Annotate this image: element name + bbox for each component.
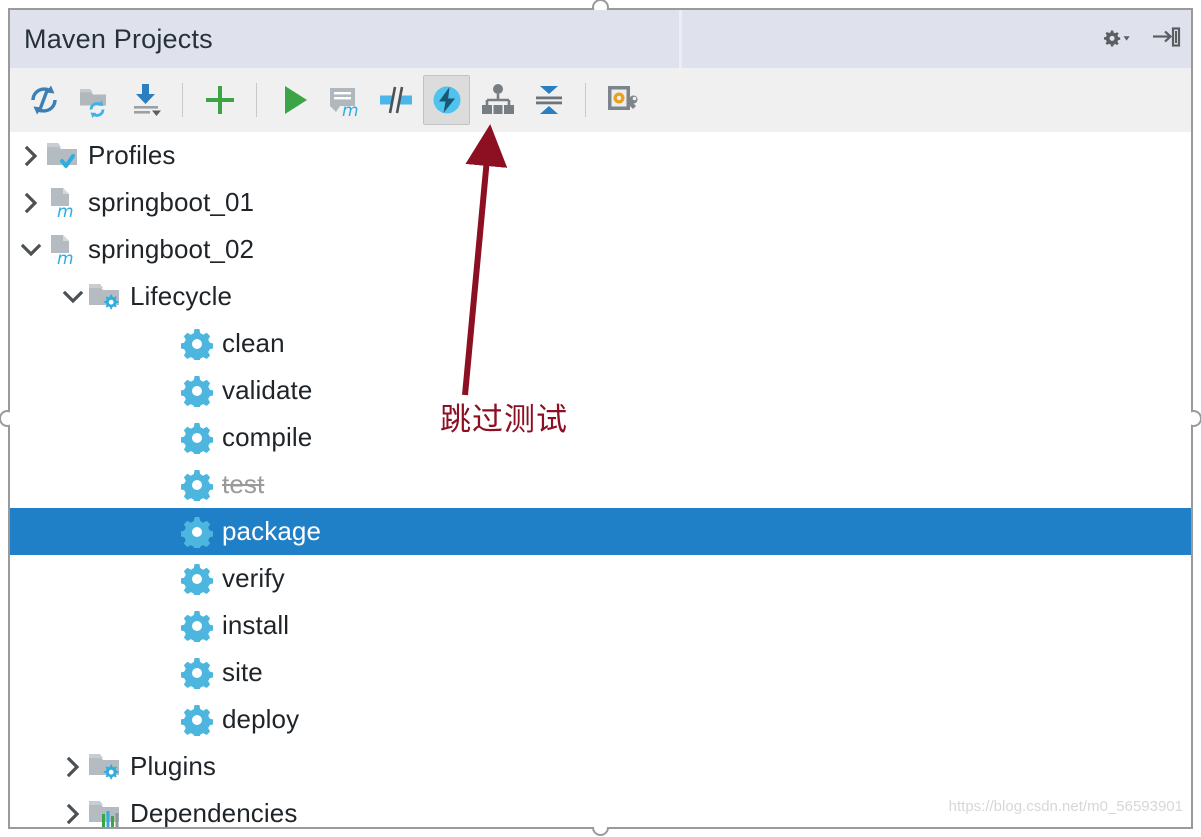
dependencies-folder-icon	[88, 797, 122, 828]
goal-gear-icon	[180, 374, 214, 408]
execute-maven-goal-button[interactable]: m	[321, 75, 368, 125]
maven-projects-tool-window: Maven Projects m Profiles m springboot_0…	[10, 10, 1191, 827]
tree-row-label: compile	[222, 422, 313, 452]
tree-chevron-placeholder	[150, 705, 180, 735]
tree-row-label: springboot_02	[88, 234, 255, 264]
page-title: Maven Projects	[24, 23, 213, 54]
tree-row-label: Plugins	[130, 751, 216, 781]
toolbar-separator	[256, 83, 257, 117]
tree-row-label: validate	[222, 375, 313, 405]
maven-toolbar: m	[10, 68, 1191, 132]
tree-row-label: deploy	[222, 704, 300, 734]
profiles-folder-icon	[46, 139, 80, 173]
header-actions	[1095, 19, 1191, 59]
svg-text:m: m	[57, 249, 74, 266]
tree-chevron-placeholder	[150, 376, 180, 406]
chevron-right-icon[interactable]	[58, 799, 88, 828]
tool-window-header: Maven Projects	[10, 10, 1191, 68]
maven-settings-button[interactable]	[599, 75, 646, 125]
tree-chevron-placeholder	[150, 564, 180, 594]
tree-row-label: clean	[222, 328, 285, 358]
tree-row-label: Profiles	[88, 140, 176, 170]
run-maven-build-button[interactable]	[270, 75, 317, 125]
tree-chevron-placeholder	[150, 611, 180, 641]
tree-row-profiles[interactable]: Profiles	[10, 132, 1191, 179]
svg-text:m: m	[342, 101, 359, 119]
toolbar-separator	[585, 83, 586, 117]
chevron-right-icon[interactable]	[58, 752, 88, 782]
chevron-down-icon[interactable]	[58, 282, 88, 312]
lifecycle-folder-icon	[88, 280, 122, 314]
tree-row-verify[interactable]: verify	[10, 555, 1191, 602]
tree-chevron-placeholder	[150, 329, 180, 359]
tree-row-label: Dependencies	[130, 798, 298, 827]
maven-module-icon: m	[46, 186, 80, 220]
generate-sources-update-folders-button[interactable]	[71, 75, 118, 125]
tree-row-springboot_01[interactable]: m springboot_01	[10, 179, 1191, 226]
maven-projects-tree[interactable]: Profiles m springboot_01m springboot_02 Life…	[10, 132, 1191, 827]
tree-row-install[interactable]: install	[10, 602, 1191, 649]
show-dependencies-button[interactable]	[474, 75, 521, 125]
tree-row-label: verify	[222, 563, 285, 593]
tree-row-label: springboot_01	[88, 187, 255, 217]
tree-row-label: site	[222, 657, 263, 687]
collapse-all-button[interactable]	[525, 75, 572, 125]
toggle-skip-tests-mode-button[interactable]	[423, 75, 470, 125]
add-maven-project-button[interactable]	[196, 75, 243, 125]
svg-text:m: m	[57, 202, 74, 219]
tree-row-label: install	[222, 610, 290, 640]
chevron-right-icon[interactable]	[16, 141, 46, 171]
tree-row-validate[interactable]: validate	[10, 367, 1191, 414]
toolbar-separator	[182, 83, 183, 117]
chevron-down-icon[interactable]	[16, 235, 46, 265]
goal-gear-icon	[180, 468, 214, 502]
goal-gear-icon	[180, 562, 214, 596]
download-sources-documentation-button[interactable]	[122, 75, 169, 125]
tree-row-deploy[interactable]: deploy	[10, 696, 1191, 743]
tree-row-label: Lifecycle	[130, 281, 233, 311]
watermark: https://blog.csdn.net/m0_56593901	[948, 798, 1183, 815]
goal-gear-icon	[180, 609, 214, 643]
tree-row-plugins[interactable]: Plugins	[10, 743, 1191, 790]
tree-chevron-placeholder	[150, 658, 180, 688]
toggle-offline-mode-button[interactable]	[372, 75, 419, 125]
goal-gear-icon	[180, 421, 214, 455]
goal-gear-icon	[180, 656, 214, 690]
tree-row-lifecycle[interactable]: Lifecycle	[10, 273, 1191, 320]
tree-chevron-placeholder	[150, 470, 180, 500]
tree-row-springboot_02[interactable]: m springboot_02	[10, 226, 1191, 273]
tree-row-label: package	[222, 516, 321, 546]
maven-module-icon: m	[46, 233, 80, 267]
gear-dropdown-icon[interactable]	[1095, 19, 1135, 59]
goal-gear-icon	[180, 327, 214, 361]
tree-chevron-placeholder	[150, 517, 180, 547]
tree-row-compile[interactable]: compile	[10, 414, 1191, 461]
tree-row-package[interactable]: package	[10, 508, 1191, 555]
tree-row-site[interactable]: site	[10, 649, 1191, 696]
goal-gear-icon	[180, 515, 214, 549]
hide-panel-icon[interactable]	[1145, 19, 1185, 59]
chevron-right-icon[interactable]	[16, 188, 46, 218]
tree-row-clean[interactable]: clean	[10, 320, 1191, 367]
tree-row-label: test	[222, 469, 265, 499]
goal-gear-icon	[180, 703, 214, 737]
tab-maven-projects[interactable]: Maven Projects	[10, 10, 682, 68]
reimport-all-maven-projects-button[interactable]	[20, 75, 67, 125]
tree-row-test[interactable]: test	[10, 461, 1191, 508]
plugins-folder-icon	[88, 750, 122, 784]
tree-chevron-placeholder	[150, 423, 180, 453]
